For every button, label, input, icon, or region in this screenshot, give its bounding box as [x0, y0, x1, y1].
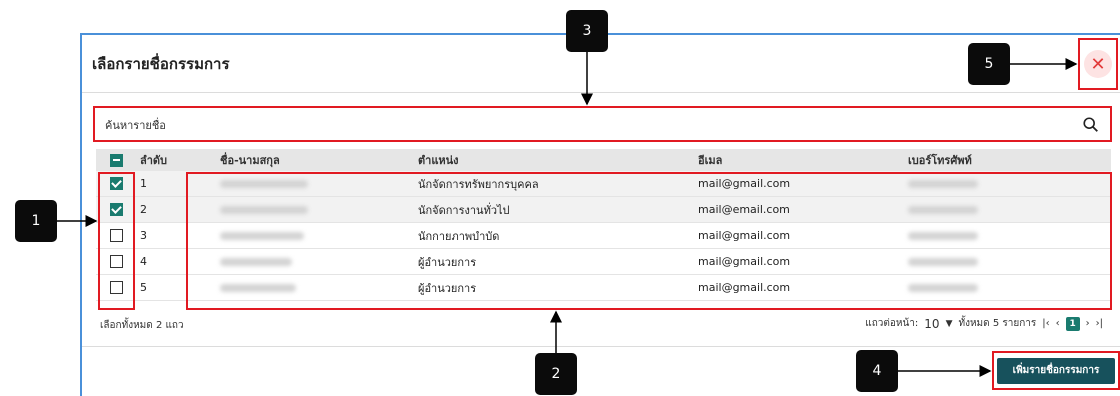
callout-arrows — [57, 52, 1078, 377]
